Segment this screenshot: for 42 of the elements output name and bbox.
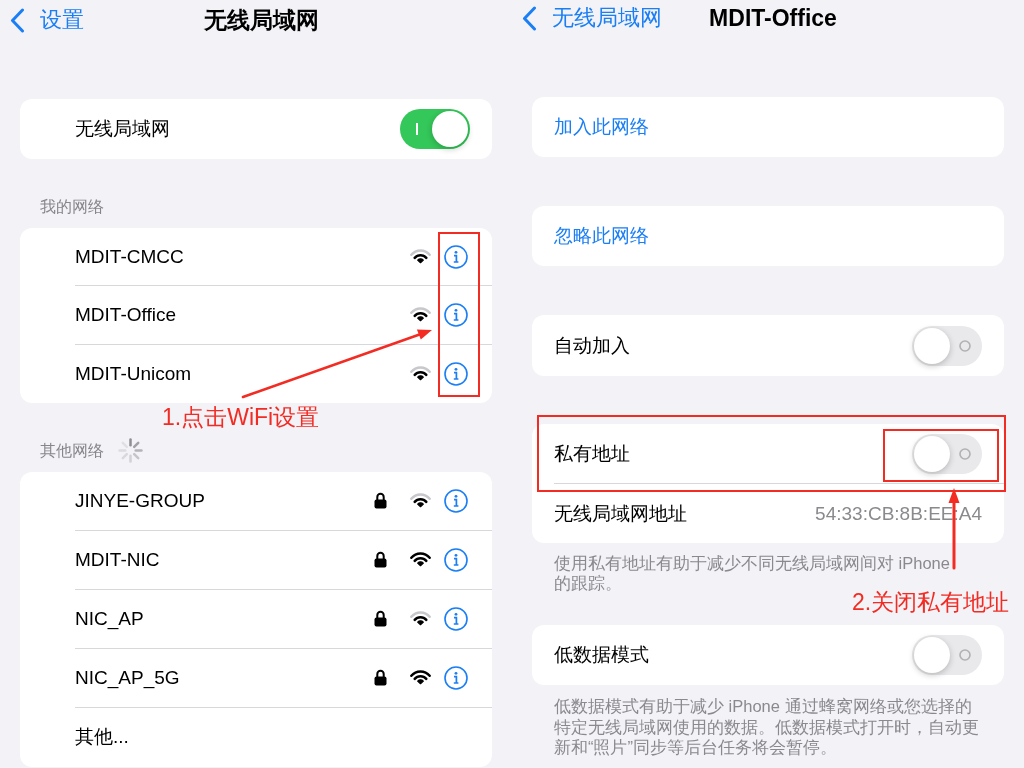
- setting-label: 私有地址: [554, 441, 630, 466]
- toggle-switch[interactable]: [912, 433, 982, 474]
- action-button[interactable]: 忽略此网络: [532, 206, 1004, 266]
- back-button[interactable]: 无线局域网: [522, 4, 662, 32]
- footnote-text: 使用私有地址有助于减少不同无线局域网间对 iPhone 的跟踪。: [554, 553, 950, 592]
- network-name[interactable]: MDIT-Office: [75, 303, 410, 327]
- nav-title: MDIT-Office: [709, 4, 837, 32]
- annotation-text: 1.点击WiFi设置: [162, 404, 320, 430]
- info-icon[interactable]: [444, 548, 468, 572]
- footnote-text: 低数据模式有助于减少 iPhone 通过蜂窝网络或您选择的特定无线局域网使用的数据。低数据模式打开时，自动更新和“照片”同步等后台任务将会暂停。: [554, 696, 980, 758]
- ring-icon: [959, 339, 971, 352]
- toggle-switch[interactable]: [400, 109, 470, 149]
- network-name[interactable]: NIC_AP: [75, 607, 374, 631]
- toggle-switch[interactable]: [912, 635, 982, 675]
- action-button[interactable]: 加入此网络: [532, 97, 1004, 157]
- info-icon[interactable]: [444, 361, 468, 386]
- info-icon[interactable]: [444, 607, 468, 631]
- ring-icon: [959, 649, 971, 661]
- ring-icon: [959, 447, 971, 460]
- network-name[interactable]: MDIT-CMCC: [75, 244, 410, 269]
- line-icon: [416, 123, 418, 135]
- back-chevron-icon: [522, 5, 537, 31]
- info-icon[interactable]: [444, 244, 468, 269]
- network-name[interactable]: JINYE-GROUP: [75, 489, 374, 513]
- section-header: 我的网络: [40, 197, 104, 217]
- info-icon[interactable]: [444, 666, 468, 690]
- info-icon[interactable]: [444, 303, 468, 327]
- network-name[interactable]: NIC_AP_5G: [75, 666, 374, 690]
- info-icon[interactable]: [444, 489, 468, 513]
- network-name[interactable]: 其他...: [75, 725, 129, 750]
- annotation-text: 2.关闭私有地址: [852, 589, 1010, 615]
- setting-label: 自动加入: [554, 333, 630, 358]
- setting-label: 无线局域网地址: [554, 501, 687, 526]
- nav-title: 无线局域网: [203, 6, 319, 34]
- network-name[interactable]: MDIT-NIC: [75, 548, 374, 572]
- network-name[interactable]: MDIT-Unicom: [75, 361, 410, 386]
- setting-label: 低数据模式: [554, 643, 649, 667]
- back-chevron-icon: [10, 7, 25, 33]
- toggle-switch[interactable]: [912, 325, 982, 366]
- back-button[interactable]: 设置: [10, 6, 84, 34]
- setting-label: 无线局域网: [75, 117, 170, 141]
- section-header: 其他网络: [40, 441, 104, 461]
